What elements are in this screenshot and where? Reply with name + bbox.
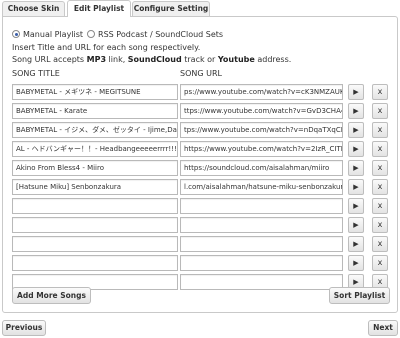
- play-icon[interactable]: ▶: [348, 179, 364, 195]
- delete-row-button[interactable]: x: [372, 217, 388, 233]
- song-row: ▶ x: [3, 198, 397, 214]
- song-url-input[interactable]: [180, 217, 343, 233]
- song-row: ▶ x: [3, 217, 397, 233]
- song-url-input[interactable]: [180, 274, 343, 290]
- add-more-songs-button[interactable]: Add More Songs: [12, 287, 91, 304]
- song-title-input[interactable]: [12, 217, 178, 233]
- rss-podcast-label[interactable]: RSS Podcast / SoundCloud Sets: [98, 30, 223, 39]
- delete-row-button[interactable]: x: [372, 236, 388, 252]
- song-title-input[interactable]: BABYMETAL - イジメ、ダメ、ゼッタイ - Ijime,Dame,: [12, 122, 178, 138]
- delete-row-button[interactable]: x: [372, 141, 388, 157]
- play-icon[interactable]: ▶: [348, 122, 364, 138]
- edit-playlist-panel: Manual Playlist RSS Podcast / SoundCloud…: [2, 16, 398, 313]
- song-url-input[interactable]: https://www.youtube.com/watch?v=2IzR_CIT…: [180, 141, 343, 157]
- song-title-input[interactable]: AL - ヘドバンギャー！！- Headbangeeeeerrrr!!!!: [12, 141, 178, 157]
- help-line-2: Song URL accepts MP3 link, SoundCloud tr…: [12, 55, 292, 64]
- play-icon[interactable]: ▶: [348, 198, 364, 214]
- song-url-input[interactable]: tps://www.youtube.com/watch?v=nDqaTXqCN-…: [180, 122, 343, 138]
- rss-podcast-radio[interactable]: [87, 30, 96, 38]
- song-url-input[interactable]: [180, 236, 343, 252]
- help-text: Insert Title and URL for each song respe…: [12, 42, 291, 66]
- delete-row-button[interactable]: x: [372, 103, 388, 119]
- song-url-input[interactable]: ttps://www.youtube.com/watch?v=GvD3CHA48…: [180, 103, 343, 119]
- song-url-column-header: SONG URL: [180, 69, 222, 78]
- sort-playlist-button[interactable]: Sort Playlist: [329, 287, 390, 304]
- play-icon[interactable]: ▶: [348, 84, 364, 100]
- song-url-input[interactable]: l.com/aisalahman/hatsune-miku-senbonzaku…: [180, 179, 343, 195]
- song-title-input[interactable]: [12, 198, 178, 214]
- song-url-input[interactable]: [180, 255, 343, 271]
- delete-row-button[interactable]: x: [372, 255, 388, 271]
- delete-row-button[interactable]: x: [372, 122, 388, 138]
- song-title-column-header: SONG TITLE: [12, 69, 60, 78]
- song-url-input[interactable]: https://soundcloud.com/aisalahman/miiro: [180, 160, 343, 176]
- play-icon[interactable]: ▶: [348, 160, 364, 176]
- play-icon[interactable]: ▶: [348, 141, 364, 157]
- previous-button[interactable]: Previous: [2, 320, 46, 336]
- manual-playlist-radio[interactable]: [12, 30, 20, 38]
- playlist-type-group: Manual Playlist RSS Podcast / SoundCloud…: [12, 28, 223, 40]
- tab-choose-skin[interactable]: Choose Skin: [2, 1, 65, 16]
- play-icon[interactable]: ▶: [348, 217, 364, 233]
- delete-row-button[interactable]: x: [372, 160, 388, 176]
- song-row: ▶ x: [3, 255, 397, 271]
- song-row: BABYMETAL - イジメ、ダメ、ゼッタイ - Ijime,Dame, tps…: [3, 122, 397, 138]
- song-title-input[interactable]: BABYMETAL - メギツネ - MEGITSUNE: [12, 84, 178, 100]
- song-title-input[interactable]: [12, 236, 178, 252]
- song-title-input[interactable]: Akino From Bless4 - Miiro: [12, 160, 178, 176]
- help-line-1: Insert Title and URL for each song respe…: [12, 43, 201, 52]
- song-row: Akino From Bless4 - Miiro https://soundcl…: [3, 160, 397, 176]
- song-row: ▶ x: [3, 236, 397, 252]
- song-title-input[interactable]: [12, 255, 178, 271]
- song-url-input[interactable]: ps://www.youtube.com/watch?v=cK3NMZAUKGw: [180, 84, 343, 100]
- play-icon[interactable]: ▶: [348, 236, 364, 252]
- tab-configure-setting[interactable]: Configure Setting: [132, 1, 210, 16]
- song-row: BABYMETAL - Karate ttps://www.youtube.com…: [3, 103, 397, 119]
- manual-playlist-label[interactable]: Manual Playlist: [23, 30, 83, 39]
- song-url-input[interactable]: [180, 198, 343, 214]
- song-title-input[interactable]: [Hatsune Miku] Senbonzakura: [12, 179, 178, 195]
- play-icon[interactable]: ▶: [348, 255, 364, 271]
- delete-row-button[interactable]: x: [372, 84, 388, 100]
- song-row: AL - ヘドバンギャー！！- Headbangeeeeerrrr!!!! htt…: [3, 141, 397, 157]
- song-row: BABYMETAL - メギツネ - MEGITSUNE ps://www.you…: [3, 84, 397, 100]
- play-icon[interactable]: ▶: [348, 103, 364, 119]
- tab-edit-playlist[interactable]: Edit Playlist: [67, 0, 131, 17]
- delete-row-button[interactable]: x: [372, 198, 388, 214]
- song-title-input[interactable]: BABYMETAL - Karate: [12, 103, 178, 119]
- delete-row-button[interactable]: x: [372, 179, 388, 195]
- song-row: [Hatsune Miku] Senbonzakura l.com/aisalah…: [3, 179, 397, 195]
- next-button[interactable]: Next: [368, 320, 398, 336]
